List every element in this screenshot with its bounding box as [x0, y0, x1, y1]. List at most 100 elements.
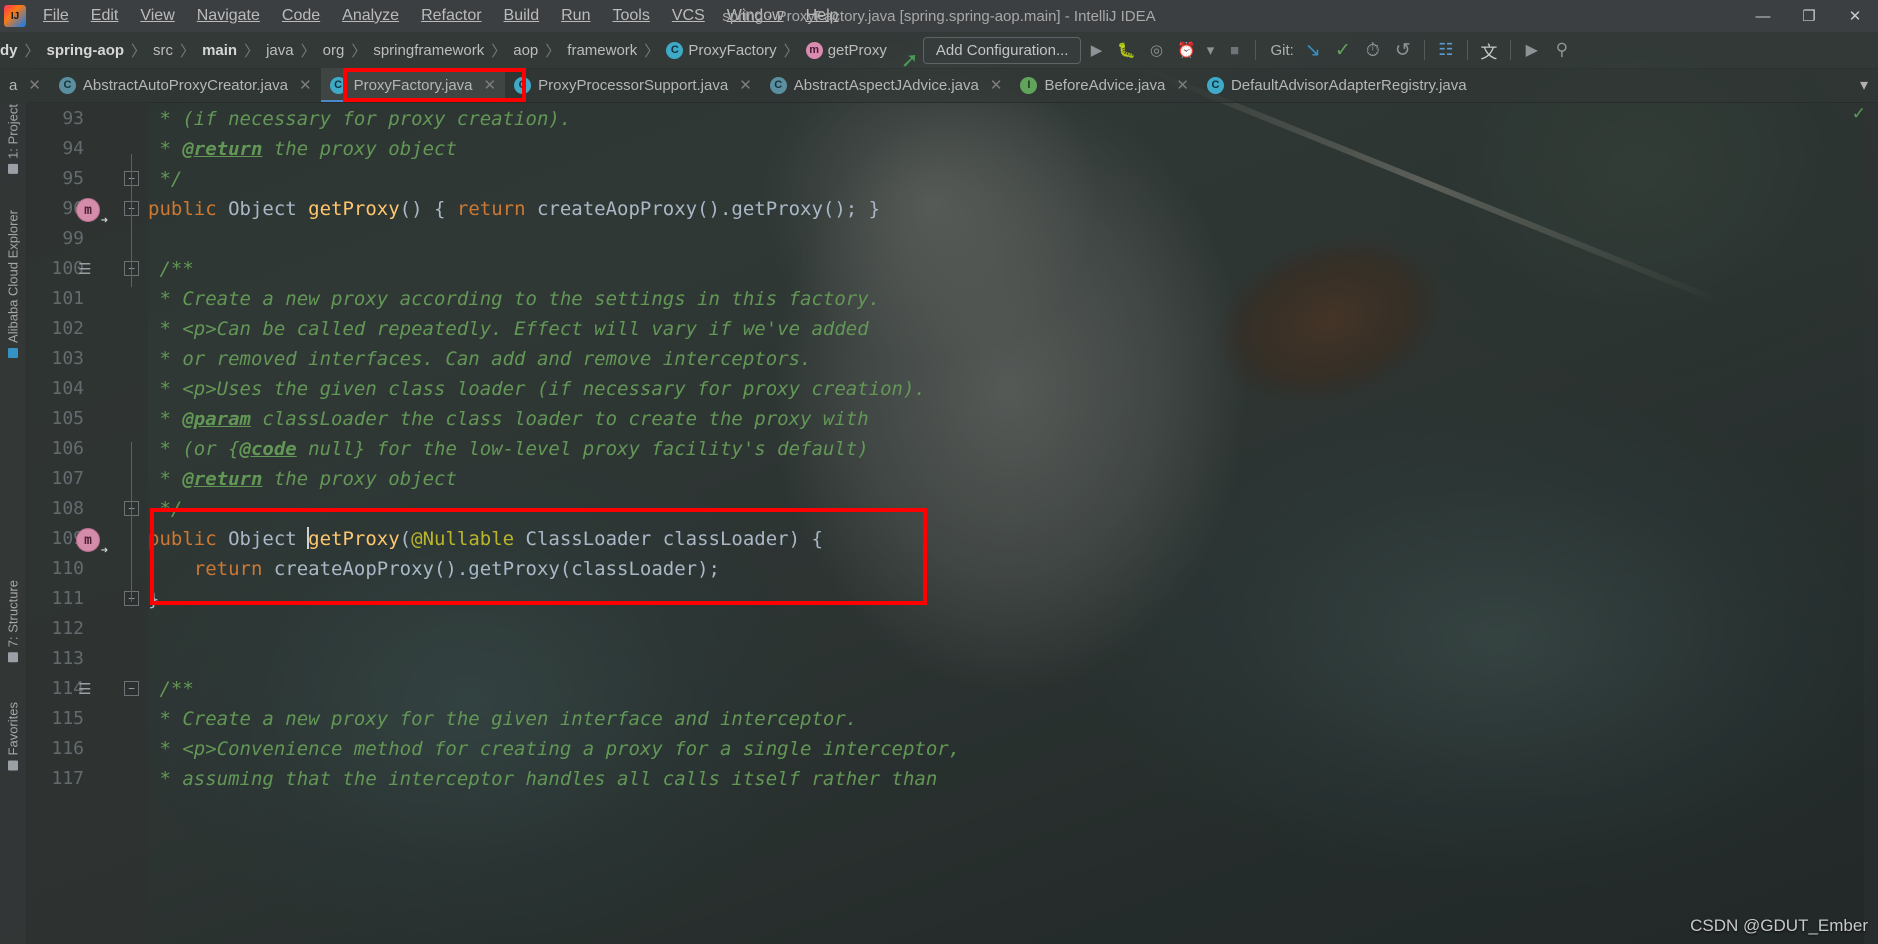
- tab-close-icon[interactable]: ✕: [299, 76, 312, 94]
- minimize-icon[interactable]: —: [1740, 0, 1786, 32]
- code-line[interactable]: /**: [148, 674, 1878, 704]
- code-line[interactable]: /**: [148, 254, 1878, 284]
- code-line[interactable]: * or removed interfaces. Can add and rem…: [148, 344, 1878, 374]
- project-structure-icon[interactable]: ☷: [1431, 37, 1461, 63]
- fold-start-icon[interactable]: −: [124, 681, 139, 696]
- line-number: 113: [51, 648, 84, 669]
- breadcrumb-item-spring-aop[interactable]: spring-aop: [47, 42, 125, 59]
- menu-tools[interactable]: Tools: [601, 4, 660, 28]
- tab-close-icon[interactable]: ✕: [1176, 76, 1189, 94]
- search-icon[interactable]: ⚲: [1547, 37, 1577, 63]
- code-line[interactable]: public Object getProxy(@Nullable ClassLo…: [148, 524, 1878, 554]
- breadcrumb-item-getproxy[interactable]: m getProxy: [805, 41, 887, 59]
- line-number: 105: [51, 408, 84, 429]
- close-icon[interactable]: ✕: [1832, 0, 1878, 32]
- code-line[interactable]: * (if necessary for proxy creation).: [148, 104, 1878, 134]
- translate-icon[interactable]: 文: [1474, 37, 1504, 63]
- code-line[interactable]: */: [148, 164, 1878, 194]
- run-with-coverage-icon[interactable]: ◎: [1141, 37, 1171, 63]
- sidebar-item-favorites[interactable]: Favorites: [0, 702, 26, 771]
- breadcrumb-item-aop[interactable]: aop: [513, 42, 538, 59]
- tab-proxyfactory[interactable]: C ProxyFactory.java ✕: [320, 68, 506, 102]
- method-override-marker-icon[interactable]: m: [76, 528, 108, 557]
- code-line[interactable]: * (or {@code null} for the low-level pro…: [148, 434, 1878, 464]
- tab-close-icon[interactable]: ✕: [28, 76, 41, 94]
- maximize-icon[interactable]: ❐: [1786, 0, 1832, 32]
- method-override-marker-icon[interactable]: m: [76, 198, 108, 227]
- sidebar-item-project[interactable]: 1: Project: [0, 104, 26, 174]
- profiler-icon[interactable]: ⏰: [1171, 37, 1201, 63]
- code-line[interactable]: * @param classLoader the class loader to…: [148, 404, 1878, 434]
- debug-icon[interactable]: 🐛: [1111, 37, 1141, 63]
- menu-view[interactable]: View: [129, 4, 185, 28]
- code-line[interactable]: * assuming that the interceptor handles …: [148, 764, 1878, 794]
- tab-close-icon[interactable]: ✕: [484, 76, 497, 94]
- tab-close-icon[interactable]: ✕: [990, 76, 1003, 94]
- code-line[interactable]: * <p>Can be called repeatedly. Effect wi…: [148, 314, 1878, 344]
- presentation-icon[interactable]: ▶: [1517, 37, 1547, 63]
- menu-edit[interactable]: Edit: [80, 4, 130, 28]
- code-line[interactable]: * @return the proxy object: [148, 134, 1878, 164]
- code-line[interactable]: [148, 224, 1878, 254]
- menu-window[interactable]: Window: [716, 4, 795, 28]
- chevron-down-icon[interactable]: ▾: [1201, 37, 1219, 63]
- breadcrumb-item-framework[interactable]: framework: [567, 42, 637, 59]
- menu-vcs[interactable]: VCS: [661, 4, 716, 28]
- code-line[interactable]: [148, 644, 1878, 674]
- run-icon[interactable]: ▶: [1081, 37, 1111, 63]
- code-line[interactable]: * @return the proxy object: [148, 464, 1878, 494]
- menu-file[interactable]: File: [32, 4, 80, 28]
- breadcrumb-item-src[interactable]: src: [153, 42, 173, 59]
- tab-proxyprocessorsupport[interactable]: C ProxyProcessorSupport.java ✕: [505, 68, 761, 102]
- code-line[interactable]: }: [148, 584, 1878, 614]
- breadcrumb-item-main[interactable]: main: [202, 42, 237, 59]
- tab-a[interactable]: a ✕: [0, 68, 50, 102]
- stop-icon[interactable]: ■: [1219, 37, 1249, 63]
- sidebar-item-structure[interactable]: 7: Structure: [0, 580, 26, 663]
- watermark: CSDN @GDUT_Ember: [1690, 916, 1868, 935]
- menu-refactor[interactable]: Refactor: [410, 4, 492, 28]
- menu-help[interactable]: Help: [795, 4, 850, 28]
- menu-navigate[interactable]: Navigate: [186, 4, 271, 28]
- breadcrumb-item-springframework[interactable]: springframework: [373, 42, 484, 59]
- code-token: createAopProxy().getProxy(); }: [536, 198, 881, 220]
- javadoc-marker-icon[interactable]: ☰: [78, 680, 96, 698]
- menu-build[interactable]: Build: [493, 4, 551, 28]
- menu-run[interactable]: Run: [550, 4, 601, 28]
- breadcrumb-item-dy[interactable]: dy: [0, 42, 18, 59]
- chevron-down-icon[interactable]: ▾: [1854, 68, 1874, 102]
- breadcrumb-item-proxyfactory[interactable]: C ProxyFactory: [666, 41, 777, 59]
- menu-code[interactable]: Code: [271, 4, 331, 28]
- code-line[interactable]: * Create a new proxy for the given inter…: [148, 704, 1878, 734]
- history-icon[interactable]: ⏱: [1358, 37, 1388, 63]
- menu-analyze[interactable]: Analyze: [331, 4, 410, 28]
- commit-icon[interactable]: ✓: [1328, 37, 1358, 63]
- code-line[interactable]: [148, 614, 1878, 644]
- code-text-area[interactable]: * (if necessary for proxy creation). * @…: [148, 102, 1878, 944]
- tab-abstractautoproxycreator[interactable]: C AbstractAutoProxyCreator.java ✕: [50, 68, 321, 102]
- code-line[interactable]: return createAopProxy().getProxy(classLo…: [148, 554, 1878, 584]
- code-line[interactable]: */: [148, 494, 1878, 524]
- editor-tab-bar: a ✕ C AbstractAutoProxyCreator.java ✕ C …: [0, 68, 1878, 103]
- breadcrumb-item-org[interactable]: org: [323, 42, 345, 59]
- tab-beforeadvice[interactable]: I BeforeAdvice.java ✕: [1011, 68, 1197, 102]
- code-line[interactable]: * <p>Uses the given class loader (if nec…: [148, 374, 1878, 404]
- javadoc-marker-icon[interactable]: ☰: [78, 260, 96, 278]
- editor-scrollbar[interactable]: [1864, 102, 1878, 944]
- code-editor[interactable]: * (if necessary for proxy creation). * @…: [26, 102, 1878, 944]
- add-configuration-button[interactable]: Add Configuration...: [922, 36, 1082, 64]
- rollback-icon[interactable]: ↺: [1388, 37, 1418, 63]
- code-line[interactable]: public Object getProxy() { return create…: [148, 194, 1878, 224]
- fold-connector-line: [131, 442, 132, 602]
- breadcrumb-item-java[interactable]: java: [266, 42, 294, 59]
- tab-close-icon[interactable]: ✕: [739, 76, 752, 94]
- inspection-status-icon[interactable]: ✓: [1852, 104, 1866, 124]
- line-number: 110: [51, 558, 84, 579]
- sidebar-item-cloud-explorer[interactable]: Alibaba Cloud Explorer: [0, 210, 26, 358]
- tab-abstractaspectjadvice[interactable]: C AbstractAspectJAdvice.java ✕: [761, 68, 1012, 102]
- tab-defaultadvisoradapterregistry[interactable]: C DefaultAdvisorAdapterRegistry.java: [1198, 68, 1476, 102]
- code-line[interactable]: * <p>Convenience method for creating a p…: [148, 734, 1878, 764]
- code-line[interactable]: * Create a new proxy according to the se…: [148, 284, 1878, 314]
- code-token: *: [159, 138, 183, 160]
- update-project-icon[interactable]: ↘: [1298, 37, 1328, 63]
